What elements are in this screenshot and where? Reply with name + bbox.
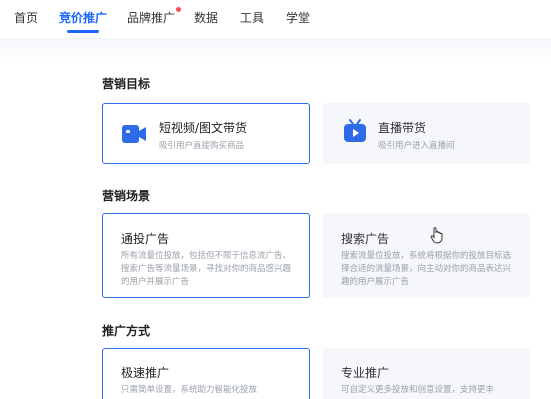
scene-card-search-ads[interactable]: 搜索广告 搜索流量位投放，系统将根据你的投放目标选择合适的流量场景，向主动对你的…	[322, 213, 530, 298]
card-title: 短视频/图文带货	[159, 121, 248, 135]
card-title: 直播带货	[378, 121, 427, 135]
card-title: 通投广告	[121, 232, 170, 246]
nav-bidding-label: 竞价推广	[59, 11, 108, 25]
nav-data-label: 数据	[194, 11, 219, 25]
video-icon	[121, 122, 147, 146]
section-title-goal: 营销目标	[102, 77, 151, 91]
nav-data[interactable]: 数据	[194, 9, 218, 26]
card-desc: 只需简单设置，系统助力智能化投放	[121, 385, 258, 395]
nav-home[interactable]: 首页	[14, 9, 38, 26]
card-desc: 搜索流量位投放，系统将根据你的投放目标选择合适的流量场景，向主动对你的商品表达兴…	[341, 251, 512, 287]
card-desc: 可自定义更多投放和创意设置，支持更丰	[341, 385, 495, 395]
card-desc: 所有流量位投放，包括但不限于信息流广告、搜索广告等流量场景，寻找对你的商品感兴趣…	[121, 251, 292, 287]
nav-tools-label: 工具	[240, 11, 265, 25]
hand-cursor-icon	[430, 226, 444, 244]
live-tv-icon	[343, 118, 369, 142]
mode-card-express[interactable]: 极速推广 只需简单设置，系统助力智能化投放	[102, 348, 310, 399]
card-title: 专业推广	[341, 366, 390, 380]
goal-card-live[interactable]: 直播带货 吸引用户进入直播间	[322, 103, 530, 164]
nav-shadow	[0, 38, 551, 66]
nav-academy[interactable]: 学堂	[286, 9, 310, 26]
nav-academy-label: 学堂	[286, 11, 311, 25]
notification-dot	[176, 7, 182, 12]
active-tab-indicator	[67, 30, 100, 33]
nav-bidding-promotion[interactable]: 竞价推广	[59, 9, 108, 33]
card-title: 搜索广告	[341, 232, 390, 246]
nav-tools[interactable]: 工具	[240, 9, 264, 26]
nav-brand-label: 品牌推广	[127, 11, 176, 25]
nav-home-label: 首页	[14, 11, 39, 25]
card-desc: 吸引用户直接购买商品	[159, 141, 245, 151]
section-title-scene: 营销场景	[102, 189, 151, 203]
section-title-mode: 推广方式	[102, 324, 151, 338]
top-nav: 首页 竞价推广 品牌推广 数据 工具 学堂	[0, 0, 551, 38]
card-title: 极速推广	[121, 366, 170, 380]
goal-card-short-video[interactable]: 短视频/图文带货 吸引用户直接购买商品	[102, 103, 310, 164]
card-desc: 吸引用户进入直播间	[378, 141, 455, 151]
nav-brand-promotion[interactable]: 品牌推广	[127, 7, 182, 26]
scene-card-general-ads[interactable]: 通投广告 所有流量位投放，包括但不限于信息流广告、搜索广告等流量场景，寻找对你的…	[102, 213, 310, 298]
mode-card-professional[interactable]: 专业推广 可自定义更多投放和创意设置，支持更丰	[322, 348, 530, 399]
